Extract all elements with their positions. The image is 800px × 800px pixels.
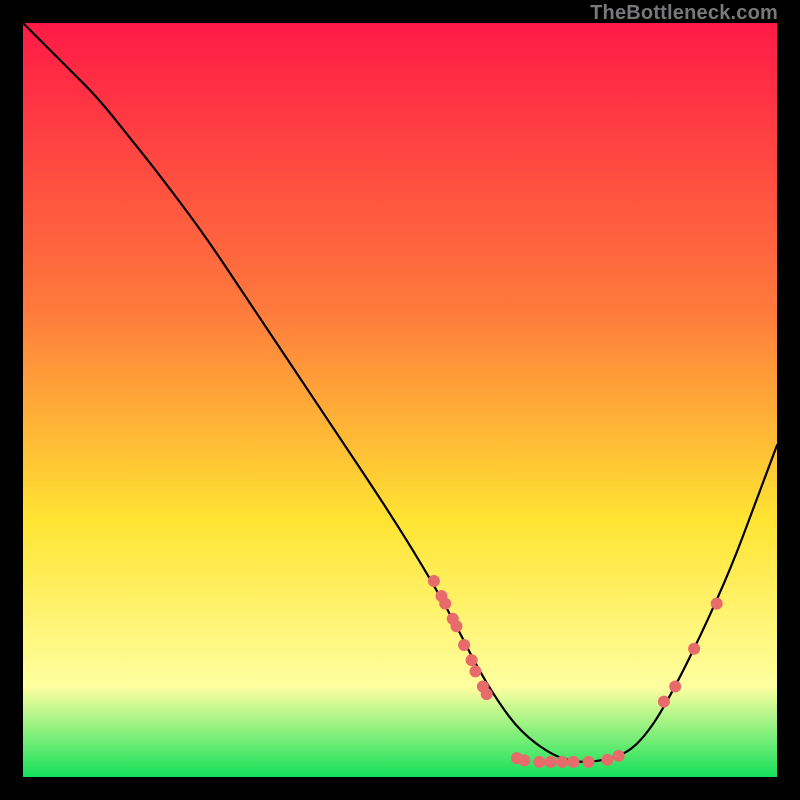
data-point — [658, 696, 670, 708]
gradient-background — [23, 23, 777, 777]
data-point — [534, 756, 546, 768]
data-point — [518, 754, 530, 766]
data-point — [439, 598, 451, 610]
data-point — [545, 756, 557, 768]
data-point — [556, 756, 568, 768]
data-point — [451, 620, 463, 632]
chart-container: { "watermark": "TheBottleneck.com", "col… — [0, 0, 800, 800]
data-point — [669, 681, 681, 693]
data-point — [481, 688, 493, 700]
data-point — [613, 750, 625, 762]
data-point — [466, 654, 478, 666]
plot-svg — [23, 23, 777, 777]
watermark-text: TheBottleneck.com — [590, 2, 778, 25]
data-point — [428, 575, 440, 587]
data-point — [711, 598, 723, 610]
data-point — [688, 643, 700, 655]
data-point — [458, 639, 470, 651]
data-point — [567, 756, 579, 768]
data-point — [583, 756, 595, 768]
data-point — [601, 754, 613, 766]
data-point — [469, 665, 481, 677]
plot-area — [23, 23, 777, 777]
